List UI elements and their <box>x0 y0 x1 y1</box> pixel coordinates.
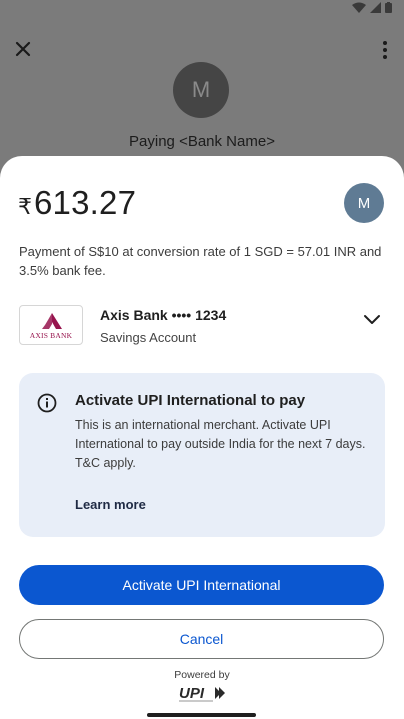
chevron-down-icon[interactable] <box>363 314 381 326</box>
wifi-icon <box>352 2 366 13</box>
currency-symbol: ₹ <box>18 194 32 219</box>
battery-icon <box>385 2 392 13</box>
upi-logo-text: UPI <box>179 685 205 702</box>
bank-account-name: Axis Bank •••• 1234 <box>100 307 227 323</box>
activate-upi-international-button[interactable]: Activate UPI International <box>19 565 384 605</box>
paying-title: Paying <Bank Name> <box>129 133 275 150</box>
info-card-title: Activate UPI International to pay <box>75 392 306 409</box>
account-type: Savings Account <box>100 330 197 345</box>
close-icon[interactable] <box>12 38 34 60</box>
payment-bottom-sheet: ₹ 613.27 M Payment of S$10 at conversion… <box>0 156 404 719</box>
more-vert-icon[interactable] <box>382 40 388 60</box>
info-icon <box>37 393 57 413</box>
payment-amount: 613.27 <box>34 184 137 221</box>
bank-logo: AXIS BANK <box>19 305 83 345</box>
bank-logo-text: AXIS BANK <box>29 331 73 340</box>
cancel-button[interactable]: Cancel <box>19 619 384 659</box>
amount-row: ₹ 613.27 <box>18 184 136 222</box>
powered-by-label: Powered by <box>174 669 230 681</box>
upi-logo: UPI <box>179 685 225 702</box>
merchant-avatar: M <box>173 62 229 118</box>
learn-more-link[interactable]: Learn more <box>75 497 146 512</box>
gesture-home-bar[interactable] <box>147 713 256 717</box>
axis-bank-logo-icon <box>42 313 62 329</box>
info-card-body: This is an international merchant. Activ… <box>75 418 366 470</box>
status-bar <box>0 0 404 24</box>
conversion-info-text: Payment of S$10 at conversion rate of 1 … <box>19 244 382 278</box>
account-selector[interactable]: AXIS BANK Axis Bank •••• 1234 Savings Ac… <box>19 304 385 348</box>
payee-avatar: M <box>344 183 384 223</box>
signal-icon <box>370 2 381 13</box>
upi-international-info-card: Activate UPI International to pay This i… <box>19 373 385 537</box>
